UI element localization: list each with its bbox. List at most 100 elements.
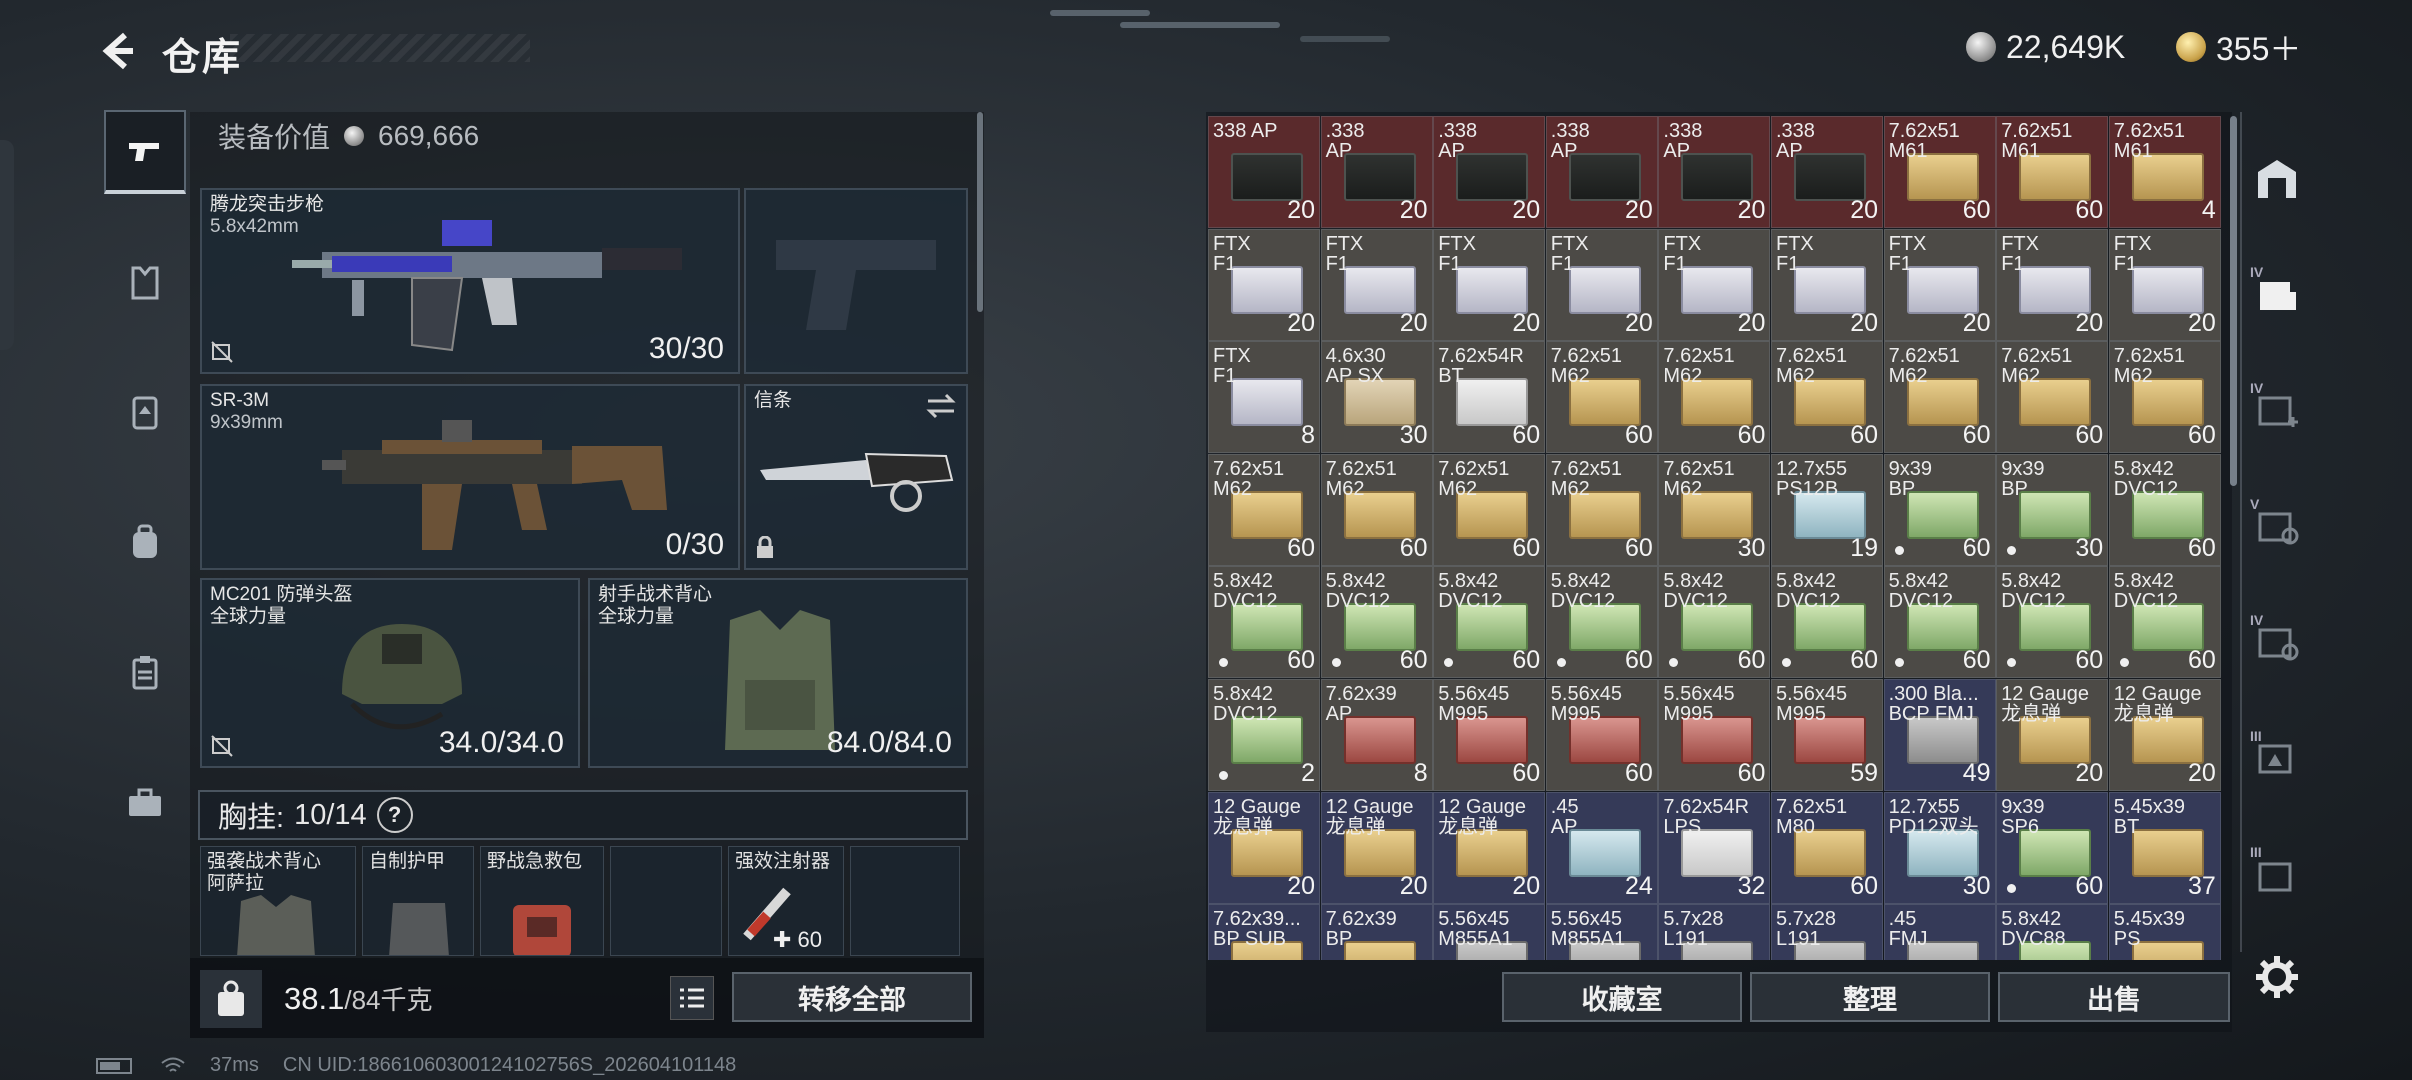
- storage-item[interactable]: 5.8x42 DVC12 60: [1433, 566, 1546, 679]
- pistol-slot[interactable]: [744, 188, 968, 374]
- storage-item[interactable]: 7.62x54R LPS 32: [1658, 791, 1771, 904]
- storage-item[interactable]: 5.8x42 DVC12 60: [1771, 566, 1883, 679]
- nav-rig[interactable]: [104, 370, 186, 454]
- storage-scrollbar[interactable]: [2230, 116, 2237, 486]
- storage-item[interactable]: FTX F1 20: [1320, 228, 1433, 341]
- storage-item[interactable]: .338 AP 20: [1545, 116, 1658, 228]
- storage-item[interactable]: 5.45x39 BT 37: [2108, 791, 2221, 904]
- storage-item[interactable]: 5.45x39 PS: [2108, 904, 2221, 960]
- rig-item-slot[interactable]: 强袭战术背心 阿萨拉: [200, 846, 356, 956]
- storage-item[interactable]: 5.7x28 L191: [1771, 904, 1883, 960]
- vest-slot[interactable]: 射手战术背心 全球力量 84.0/84.0: [588, 578, 968, 768]
- melee-slot[interactable]: 信条: [744, 384, 968, 570]
- vault-button[interactable]: 收藏室: [1502, 972, 1742, 1022]
- storage-item[interactable]: 5.56x45 M995 60: [1545, 679, 1658, 791]
- storage-item[interactable]: FTX F1 20: [1658, 228, 1771, 341]
- nav-weapons[interactable]: [104, 110, 186, 194]
- sell-button[interactable]: 出售: [1998, 972, 2230, 1022]
- rig-item-slot[interactable]: [850, 846, 960, 956]
- storage-item[interactable]: .338 AP 20: [1433, 116, 1546, 228]
- storage-item[interactable]: 7.62x39 BP: [1320, 904, 1433, 960]
- sort-button[interactable]: 整理: [1750, 972, 1990, 1022]
- storage-item[interactable]: 7.62x54R BT 60: [1433, 341, 1546, 454]
- storage-item[interactable]: 12.7x55 PS12B 19: [1771, 453, 1883, 566]
- rig-item-slot[interactable]: [610, 846, 722, 956]
- rig-item-slot[interactable]: 自制护甲: [362, 846, 474, 956]
- storage-item[interactable]: 5.56x45 M855A1: [1545, 904, 1658, 960]
- tab-storage-iv-b[interactable]: IV: [2244, 610, 2310, 676]
- storage-item[interactable]: 7.62x51 M61 4: [2108, 116, 2221, 228]
- storage-item[interactable]: 7.62x51 M62 30: [1658, 453, 1771, 566]
- tab-storage-iii[interactable]: III: [2244, 726, 2310, 792]
- storage-item[interactable]: 12.7x55 PD12双头 30: [1883, 791, 1996, 904]
- storage-item[interactable]: 5.56x45 M995 59: [1771, 679, 1883, 791]
- storage-item[interactable]: 7.62x51 M62 60: [1545, 341, 1658, 454]
- storage-item[interactable]: 7.62x51 M62 60: [1996, 341, 2109, 454]
- storage-item[interactable]: 12 Gauge 龙息弹 20: [1320, 791, 1433, 904]
- storage-item[interactable]: .338 AP 20: [1320, 116, 1433, 228]
- storage-item[interactable]: 5.8x42 DVC12 60: [2108, 566, 2221, 679]
- tab-storage-v[interactable]: V: [2244, 494, 2310, 560]
- rig-item-slot[interactable]: 野战急救包: [480, 846, 604, 956]
- storage-item[interactable]: 7.62x51 M62 60: [1208, 453, 1320, 566]
- storage-item[interactable]: FTX F1 20: [2108, 228, 2221, 341]
- storage-item[interactable]: 9x39 SP6 60: [1996, 791, 2109, 904]
- storage-item[interactable]: 7.62x51 M62 60: [2108, 341, 2221, 454]
- storage-item[interactable]: 5.8x42 DVC12 60: [1320, 566, 1433, 679]
- secondary-weapon-slot[interactable]: SR-3M 9x39mm 0/30: [200, 384, 740, 570]
- chest-rig-bar[interactable]: 胸挂: 10/14 ?: [198, 790, 968, 840]
- storage-item[interactable]: 5.8x42 DVC12 60: [1996, 566, 2109, 679]
- storage-item[interactable]: 5.8x42 DVC12 60: [1208, 566, 1320, 679]
- gold-currency[interactable]: 355＋: [2176, 26, 2301, 68]
- storage-item[interactable]: FTX F1 20: [1208, 228, 1320, 341]
- storage-item[interactable]: 5.8x42 DVC12 60: [2108, 453, 2221, 566]
- transfer-all-button[interactable]: 转移全部: [732, 972, 972, 1022]
- storage-item[interactable]: 5.56x45 M995 60: [1658, 679, 1771, 791]
- storage-item[interactable]: 7.62x39 AP 8: [1320, 679, 1433, 791]
- nav-backpack[interactable]: [104, 500, 186, 584]
- primary-weapon-slot[interactable]: 腾龙突击步枪 5.8x42mm 30/30: [200, 188, 740, 374]
- storage-item[interactable]: 4.6x30 AP SX 30: [1320, 341, 1433, 454]
- rig-item-slot[interactable]: 强效注射器 ✚ 60: [728, 846, 844, 956]
- storage-item[interactable]: FTX F1 20: [1433, 228, 1546, 341]
- helmet-slot[interactable]: MC201 防弹头盔 全球力量 34.0/34.0: [200, 578, 580, 768]
- storage-item[interactable]: 5.8x42 DVC88: [1996, 904, 2109, 960]
- tab-storage-iv[interactable]: IV: [2244, 262, 2310, 328]
- storage-item[interactable]: 7.62x51 M62 60: [1658, 341, 1771, 454]
- help-icon[interactable]: ?: [376, 797, 413, 833]
- storage-item[interactable]: FTX F1 20: [1545, 228, 1658, 341]
- storage-item[interactable]: 7.62x51 M62 60: [1320, 453, 1433, 566]
- storage-item[interactable]: 12 Gauge 龙息弹 20: [1208, 791, 1320, 904]
- storage-item[interactable]: 7.62x51 M80 60: [1771, 791, 1883, 904]
- storage-item[interactable]: FTX F1 20: [1771, 228, 1883, 341]
- storage-item[interactable]: 7.62x51 M61 60: [1883, 116, 1996, 228]
- storage-item[interactable]: 7.62x51 M61 60: [1996, 116, 2109, 228]
- storage-item[interactable]: 7.62x39... BP SUB: [1208, 904, 1320, 960]
- settings-button[interactable]: [2244, 944, 2310, 1010]
- storage-item[interactable]: FTX F1 20: [1883, 228, 1996, 341]
- back-button[interactable]: [92, 28, 142, 74]
- swap-icon[interactable]: [924, 392, 958, 420]
- storage-item[interactable]: 5.8x42 DVC12 60: [1658, 566, 1771, 679]
- storage-item[interactable]: 5.7x28 L191: [1658, 904, 1771, 960]
- storage-item[interactable]: FTX F1 20: [1996, 228, 2109, 341]
- storage-item[interactable]: 12 Gauge 龙息弹 20: [1996, 679, 2109, 791]
- storage-item[interactable]: 12 Gauge 龙息弹 20: [2108, 679, 2221, 791]
- nav-toolbox[interactable]: [104, 760, 186, 844]
- storage-item[interactable]: .45 AP 24: [1545, 791, 1658, 904]
- storage-item[interactable]: 338 AP 20: [1208, 116, 1320, 228]
- storage-item[interactable]: 7.62x51 M62 60: [1433, 453, 1546, 566]
- tab-storage-add[interactable]: IV: [2244, 378, 2310, 444]
- storage-item[interactable]: 5.56x45 M855A1: [1433, 904, 1546, 960]
- storage-item[interactable]: .338 AP 20: [1771, 116, 1883, 228]
- storage-item[interactable]: 5.8x42 DVC12 60: [1883, 566, 1996, 679]
- storage-item[interactable]: 7.62x51 M62 60: [1545, 453, 1658, 566]
- tab-storage-iii-b[interactable]: III: [2244, 842, 2310, 908]
- storage-item[interactable]: 7.62x51 M62 60: [1883, 341, 1996, 454]
- storage-item[interactable]: 5.8x42 DVC12 60: [1545, 566, 1658, 679]
- storage-item[interactable]: 12 Gauge 龙息弹 20: [1433, 791, 1546, 904]
- list-view-button[interactable]: [670, 976, 714, 1020]
- storage-item[interactable]: 7.62x51 M62 60: [1771, 341, 1883, 454]
- storage-item[interactable]: 5.8x42 DVC12 2: [1208, 679, 1320, 791]
- storage-item[interactable]: 9x39 BP 30: [1996, 453, 2109, 566]
